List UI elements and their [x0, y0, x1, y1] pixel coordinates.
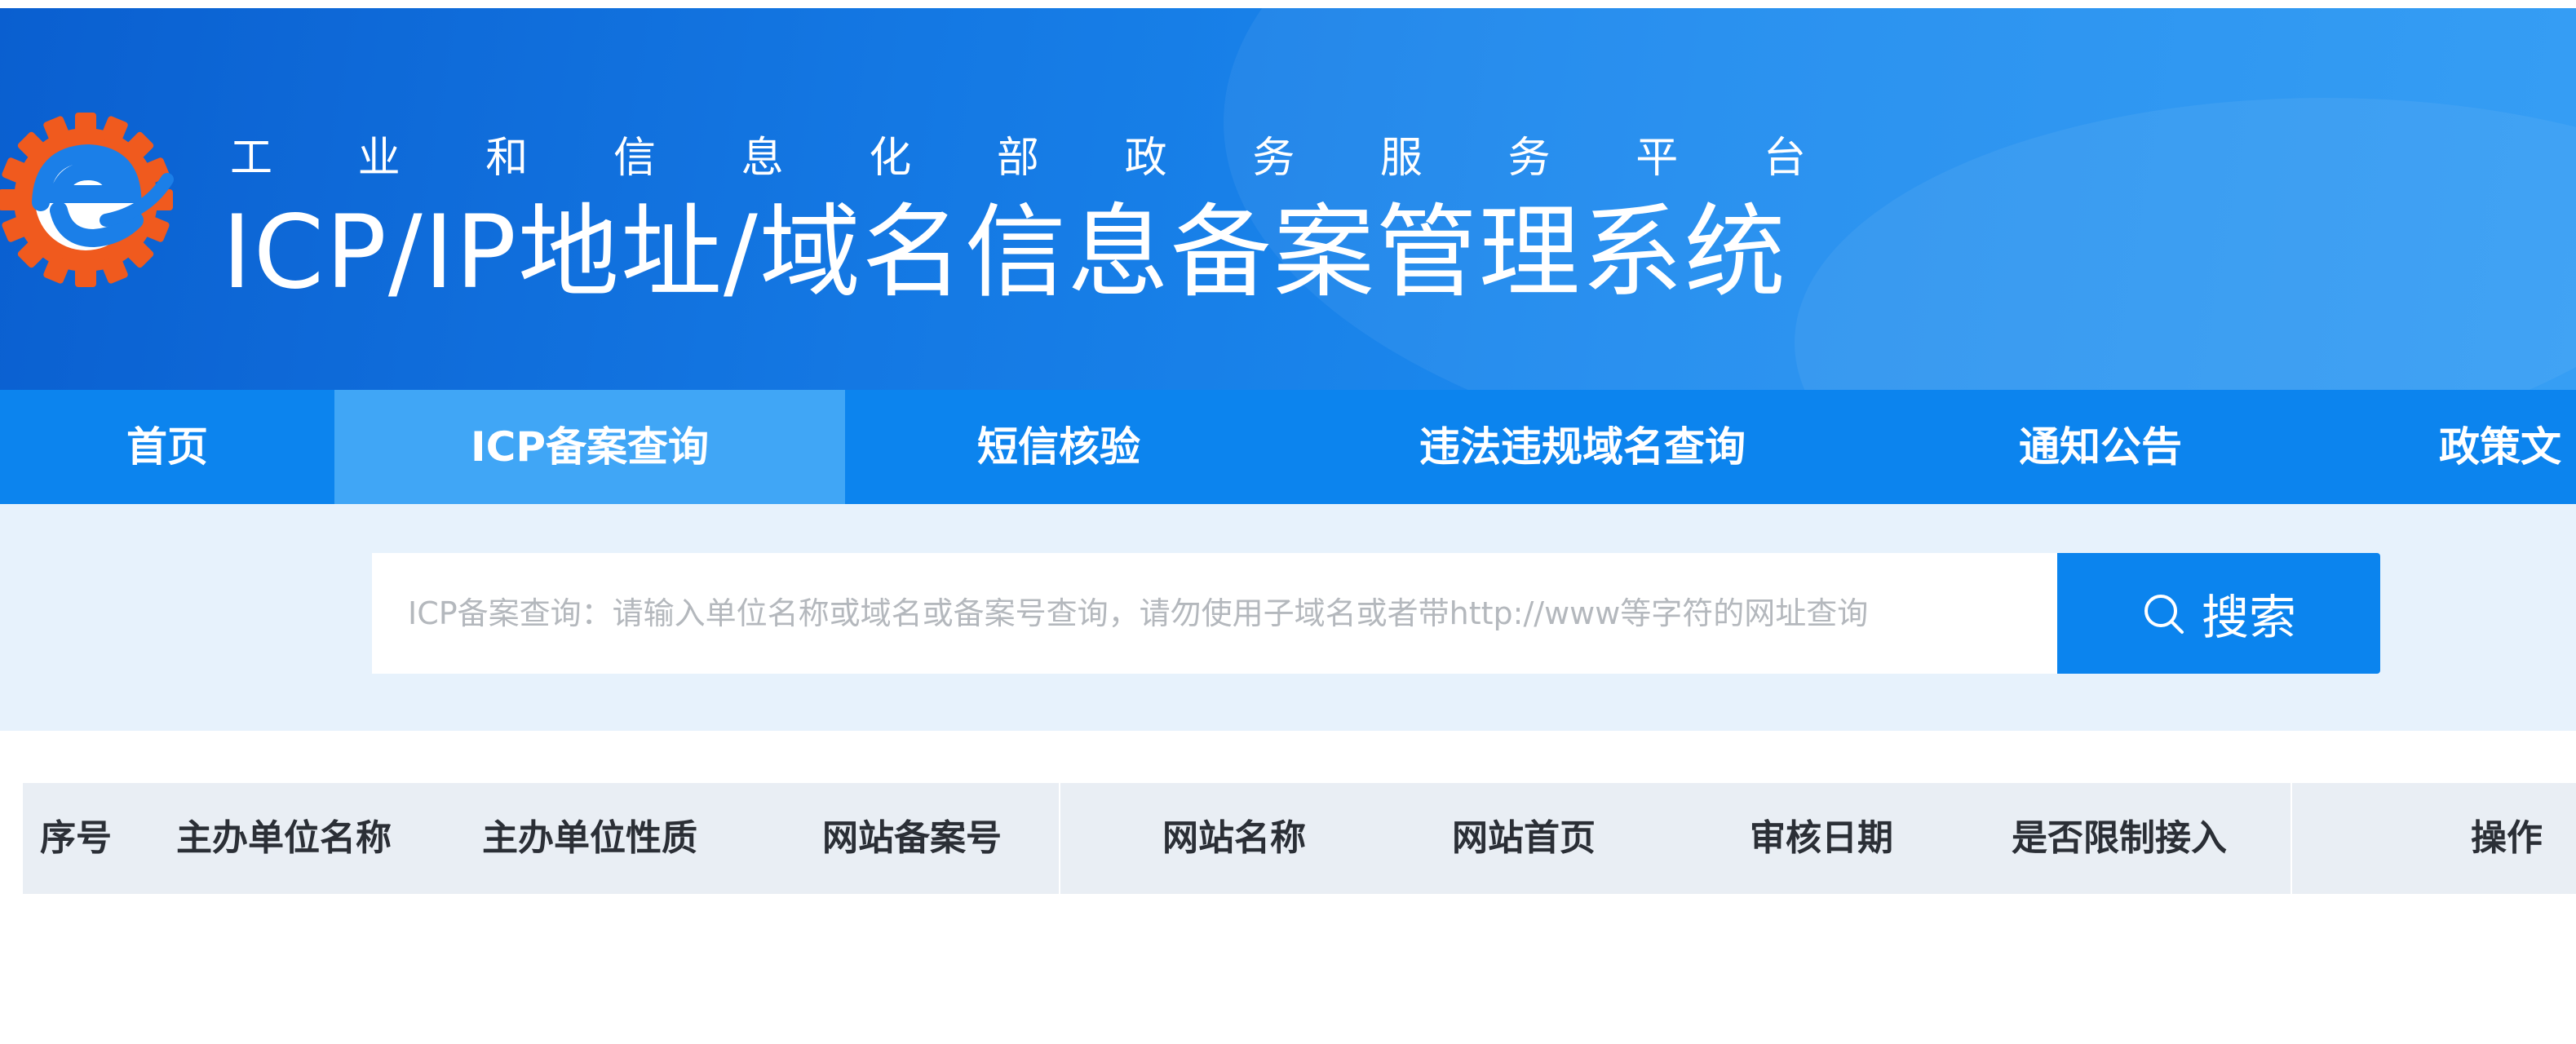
- search-button-label: 搜索: [2201, 590, 2296, 645]
- column-header-organizer-name: 主办单位名称: [176, 817, 392, 859]
- icp-search-input[interactable]: [372, 553, 2057, 674]
- search-icon: [2144, 595, 2184, 634]
- main-nav: 首页 ICP备案查询 短信核验 违法违规域名查询 通知公告 政策文: [0, 390, 2576, 504]
- column-header-organizer-type: 主办单位性质: [482, 817, 697, 859]
- search-button[interactable]: 搜索: [2057, 553, 2380, 674]
- column-header-site-homepage: 网站首页: [1452, 817, 1596, 859]
- column-header-record-number: 网站备案号: [822, 817, 1002, 859]
- nav-item-illegal-domain-query[interactable]: 违法违规域名查询: [1273, 390, 1892, 504]
- column-header-site-name: 网站名称: [1162, 817, 1306, 859]
- column-header-access-restricted: 是否限制接入: [2012, 817, 2227, 859]
- subtitle-char: 务: [1252, 133, 1295, 183]
- nav-item-notices[interactable]: 通知公告: [1892, 390, 2308, 504]
- subtitle-char: 平: [1635, 133, 1679, 183]
- nav-item-home[interactable]: 首页: [0, 390, 334, 504]
- subtitle-char: 工: [229, 133, 272, 183]
- column-divider: [2291, 783, 2292, 894]
- system-title: ICP/IP地址/域名信息备案管理系统: [222, 194, 1787, 312]
- subtitle-char: 和: [485, 133, 529, 183]
- subtitle-char: 化: [869, 133, 912, 183]
- subtitle-char: 业: [357, 133, 401, 183]
- subtitle-char: 台: [1763, 133, 1806, 183]
- header-banner: 工 业 和 信 息 化 部 政 务 服 务 平 台 ICP/IP地址/域名信息备…: [0, 0, 2576, 390]
- table-body: [23, 894, 2576, 1044]
- subtitle-char: 部: [996, 133, 1039, 183]
- subtitle-char: 政: [1124, 133, 1167, 183]
- nav-item-icp-query[interactable]: ICP备案查询: [334, 390, 845, 504]
- gear-e-logo-icon: [0, 113, 174, 287]
- nav-item-sms-verify[interactable]: 短信核验: [845, 390, 1273, 504]
- search-area: 搜索: [0, 504, 2576, 731]
- subtitle-char: 服: [1379, 133, 1423, 183]
- platform-subtitle: 工 业 和 信 息 化 部 政 务 服 务 平 台: [227, 121, 1809, 186]
- table-header: 序号 主办单位名称 主办单位性质 网站备案号 网站名称 网站首页 审核日期 是否…: [23, 783, 2576, 894]
- column-divider: [1059, 783, 1060, 894]
- subtitle-char: 务: [1507, 133, 1551, 183]
- column-header-actions: 操作: [2471, 817, 2543, 859]
- subtitle-char: 信: [613, 133, 656, 183]
- nav-item-policy[interactable]: 政策文: [2308, 390, 2576, 504]
- column-header-index: 序号: [40, 817, 112, 859]
- subtitle-char: 息: [741, 133, 784, 183]
- column-header-review-date: 审核日期: [1750, 817, 1893, 859]
- results-table: 序号 主办单位名称 主办单位性质 网站备案号 网站名称 网站首页 审核日期 是否…: [23, 783, 2576, 1044]
